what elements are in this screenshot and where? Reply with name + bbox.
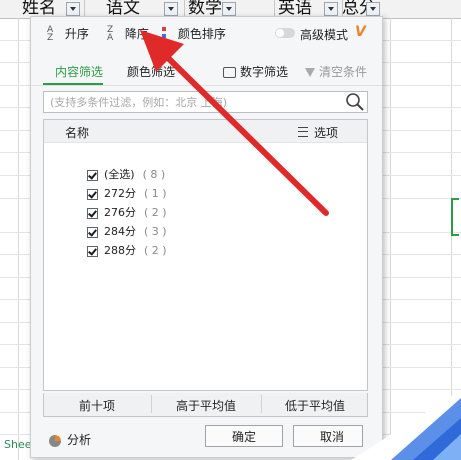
list-item[interactable]: 284分( 3 ) (66, 205, 167, 238)
checkbox-checked[interactable] (86, 245, 98, 257)
filter-dropdown-button[interactable] (164, 2, 178, 16)
sort-ascending-icon: AZ (47, 25, 54, 43)
analysis-button[interactable]: 分析 (49, 431, 91, 448)
clear-filter-label: 清空条件 (319, 65, 368, 79)
advanced-mode-label: 高级模式 (300, 28, 349, 42)
decorative-corner-graphic (351, 390, 461, 460)
filter-panel: AZ 升序 ZA 降序 颜色排序 高级模式 V 内容筛选 颜色筛选 数字筛选 清… (30, 16, 383, 458)
filter-dropdown-button[interactable] (324, 2, 338, 16)
list-item-label: 288分 (103, 244, 136, 257)
sheet-tab[interactable]: Shee (4, 438, 32, 451)
color-sort-icon (162, 26, 170, 40)
above-average-button[interactable]: 高于平均值 (152, 397, 260, 414)
analysis-label: 分析 (67, 433, 92, 447)
color-sort-label: 颜色排序 (177, 27, 226, 41)
sort-ascending-label: 升序 (64, 27, 89, 41)
color-sort-button[interactable]: 颜色排序 (162, 26, 226, 42)
top-ten-button[interactable]: 前十项 (44, 397, 150, 414)
clear-filter-button[interactable]: 清空条件 (305, 63, 367, 80)
list-name-header: 名称 (65, 126, 90, 140)
header-name-label: 姓名 (22, 0, 56, 18)
number-filter-label: 数字筛选 (240, 65, 289, 79)
clear-filter-icon (305, 68, 315, 77)
filter-dropdown-button[interactable] (366, 2, 380, 16)
sort-descending-button[interactable]: ZA 降序 (107, 25, 149, 43)
selected-cell[interactable] (451, 198, 459, 236)
number-filter-icon (223, 67, 236, 78)
quick-filter-bar: 前十项 高于平均值 低于平均值 (43, 393, 368, 417)
tab-color-filter[interactable]: 颜色筛选 (127, 63, 175, 80)
list-item[interactable]: 288分 ( 2 ) (66, 224, 167, 257)
tab-content-filter[interactable]: 内容筛选 (55, 63, 103, 80)
list-item[interactable]: 276分( 2 ) (66, 186, 167, 219)
filter-dropdown-button[interactable] (222, 2, 236, 16)
value-list: 名称 选项 (全选)( 8 ) 272分( 1 ) 276分( 2 ) 284分… (43, 119, 368, 391)
tab-divider (31, 85, 382, 86)
list-item-select-all[interactable]: (全选)( 8 ) (66, 148, 165, 181)
sort-descending-label: 降序 (124, 27, 149, 41)
filter-dropdown-button[interactable] (66, 2, 80, 16)
list-header: 名称 选项 (44, 120, 367, 143)
vip-icon[interactable]: V (355, 24, 366, 40)
search-icon[interactable] (345, 92, 365, 112)
sort-ascending-button[interactable]: AZ 升序 (47, 25, 89, 43)
advanced-mode-toggle[interactable] (275, 28, 295, 38)
header-english-label: 英语 (278, 0, 312, 18)
sort-descending-icon: ZA (107, 25, 114, 43)
ok-button[interactable]: 确定 (205, 425, 283, 447)
list-item-count: ( 2 ) (143, 244, 167, 257)
number-filter-button[interactable]: 数字筛选 (223, 63, 288, 80)
list-options-button[interactable]: 选项 (314, 124, 338, 141)
header-chinese-label: 语文 (106, 0, 140, 18)
options-icon[interactable] (298, 127, 308, 137)
pie-chart-icon (49, 434, 61, 447)
sort-toolbar: AZ 升序 ZA 降序 颜色排序 高级模式 V (31, 17, 382, 51)
search-input[interactable] (50, 94, 340, 110)
search-box[interactable] (43, 91, 368, 113)
list-item[interactable]: 272分( 1 ) (66, 167, 167, 200)
header-math-label: 数学 (188, 0, 222, 18)
